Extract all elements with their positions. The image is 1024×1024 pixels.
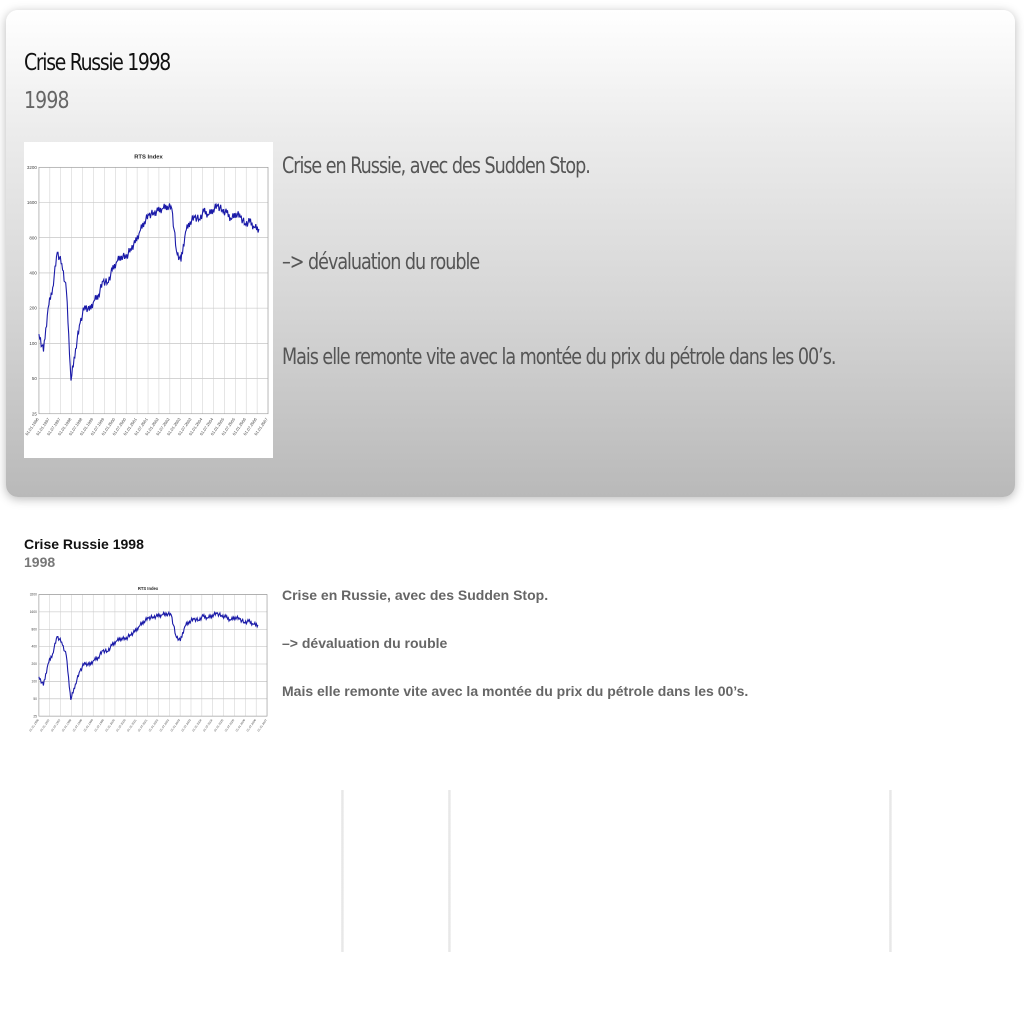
preview-line-3: Mais elle remonte vite avec la montée du… <box>282 683 749 699</box>
plot-frame <box>38 166 269 415</box>
slide-subtitle: 1998 <box>24 88 70 114</box>
y-tick-label: 800 <box>29 235 37 240</box>
y-tick-label: 1600 <box>30 610 37 614</box>
rts-chart: RTS Index25501002004008001600320001.01.1… <box>24 154 269 436</box>
y-tick-label: 3200 <box>27 165 38 170</box>
preview-title: Crise Russie 1998 <box>24 536 144 552</box>
y-tick-label: 1600 <box>27 200 38 205</box>
y-tick-label: 100 <box>29 341 37 346</box>
y-tick-label: 400 <box>32 645 38 649</box>
plot-frame <box>38 594 268 717</box>
y-tick-label: 100 <box>32 680 38 684</box>
slide-card[interactable]: Crise Russie 1998 1998 RTS Index 25 50 100 2… <box>6 10 1015 497</box>
y-tick-label: 50 <box>33 697 37 701</box>
divider-line <box>341 790 344 952</box>
rts-chart-small: RTS Index25501002004008001600320001.01.1… <box>28 586 268 732</box>
y-tick-label: 50 <box>32 376 38 381</box>
y-tick-label: 25 <box>32 411 38 416</box>
preview-chart-image: RTS Index 25 50 100 200 400 800 1600 3200 01.01.1… <box>24 582 272 738</box>
preview-line-2: –> dévaluation du rouble <box>282 635 448 651</box>
slide-title: Crise Russie 1998 <box>24 50 171 76</box>
divider-line <box>889 790 892 952</box>
y-tick-label: 3200 <box>30 593 37 597</box>
preview-line-1: Crise en Russie, avec des Sudden Stop. <box>282 587 549 603</box>
y-tick-label: 200 <box>32 662 38 666</box>
slide-line-1: Crise en Russie, avec des Sudden Stop. <box>282 154 591 179</box>
x-tick-label: 01.01.2007 <box>256 718 268 732</box>
chart-title: RTS Index <box>138 586 159 591</box>
y-tick-label: 25 <box>33 714 37 718</box>
rts-index-series-line <box>38 610 259 700</box>
slide-line-3: Mais elle remonte vite avec la montée du… <box>282 345 836 370</box>
preview-subtitle: 1998 <box>24 554 56 570</box>
divider-line <box>448 790 451 952</box>
rts-chart-image: RTS Index 25 50 100 200 400 800 1600 3200 01.01.1… <box>24 142 273 458</box>
slide-line-2: –> dévaluation du rouble <box>282 250 480 275</box>
chart-title: RTS Index <box>134 154 163 160</box>
y-tick-label: 200 <box>29 306 37 311</box>
y-tick-label: 400 <box>29 270 37 275</box>
y-tick-label: 800 <box>32 627 38 631</box>
